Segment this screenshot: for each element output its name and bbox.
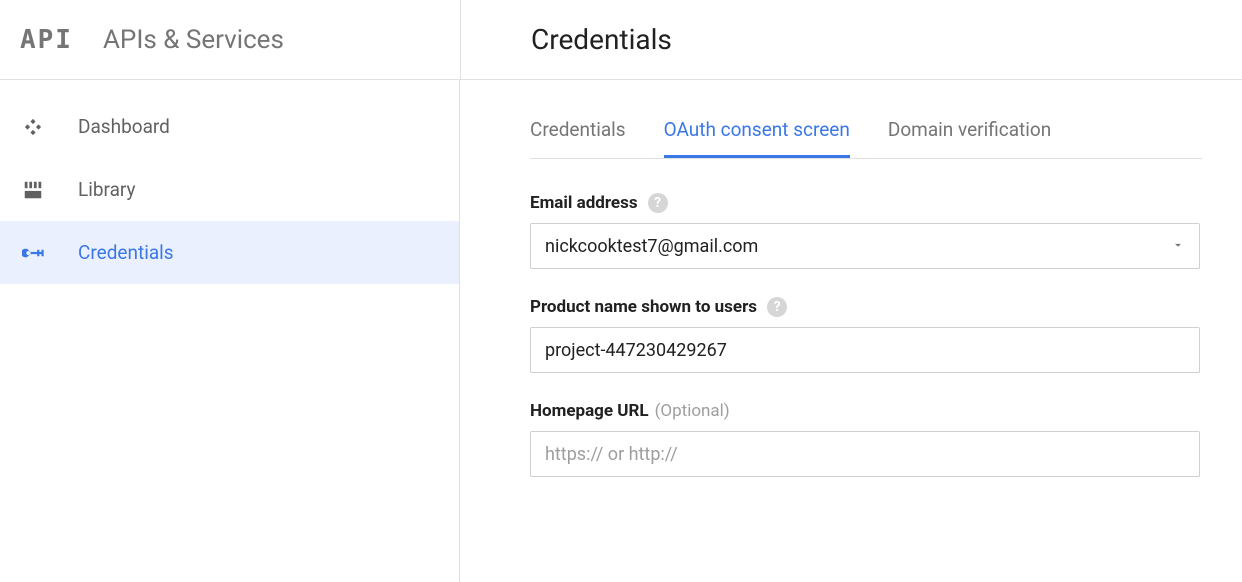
sidebar-item-credentials[interactable]: Credentials — [0, 221, 459, 284]
homepage-url-label: Homepage URL — [530, 401, 649, 421]
email-select[interactable]: nickcooktest7@gmail.com — [530, 223, 1200, 269]
email-group: Email address ? nickcooktest7@gmail.com — [530, 193, 1200, 269]
email-value: nickcooktest7@gmail.com — [545, 236, 758, 257]
api-logo: API — [20, 25, 73, 55]
product-name-label: Product name shown to users — [530, 297, 757, 317]
product-name-group: Product name shown to users ? — [530, 297, 1200, 373]
email-label: Email address — [530, 193, 638, 213]
homepage-url-input[interactable] — [530, 431, 1200, 477]
product-name-input[interactable] — [530, 327, 1200, 373]
sidebar-item-label: Credentials — [78, 241, 174, 264]
sidebar: Dashboard Library Credentials — [0, 80, 460, 582]
sidebar-item-label: Dashboard — [78, 115, 170, 138]
section-title: APIs & Services — [103, 25, 284, 55]
main-content: Credentials OAuth consent screen Domain … — [460, 80, 1242, 582]
tab-domain-verification[interactable]: Domain verification — [888, 108, 1051, 158]
dashboard-icon — [22, 116, 78, 138]
sidebar-item-label: Library — [78, 178, 136, 201]
tab-credentials[interactable]: Credentials — [530, 108, 626, 158]
tab-oauth-consent[interactable]: OAuth consent screen — [664, 108, 850, 158]
homepage-url-group: Homepage URL (Optional) — [530, 401, 1200, 477]
help-icon[interactable]: ? — [767, 297, 787, 317]
sidebar-item-dashboard[interactable]: Dashboard — [0, 95, 459, 158]
page-title: Credentials — [531, 23, 672, 56]
tabs: Credentials OAuth consent screen Domain … — [530, 108, 1202, 159]
topbar: API APIs & Services Credentials — [0, 0, 1242, 80]
chevron-down-icon — [1171, 236, 1185, 257]
library-icon — [22, 179, 78, 201]
sidebar-item-library[interactable]: Library — [0, 158, 459, 221]
key-icon — [22, 240, 78, 266]
optional-label: (Optional) — [655, 401, 730, 421]
help-icon[interactable]: ? — [648, 193, 668, 213]
